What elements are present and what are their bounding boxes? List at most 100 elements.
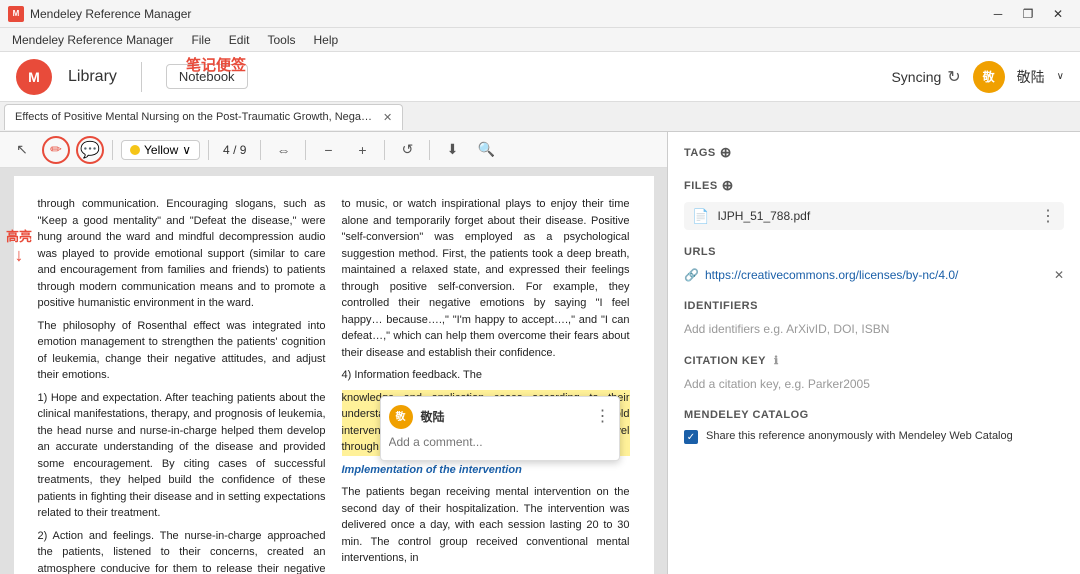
pdf-left-col: through communication. Encouraging sloga…	[38, 196, 326, 574]
pdf-right-col: to music, or watch inspirational plays t…	[342, 196, 630, 574]
zoom-in-button[interactable]: +	[348, 136, 376, 164]
header-right: Syncing ↻ 敬 敬陆 ∨	[891, 61, 1064, 93]
window-controls[interactable]: ─ ❐ ✕	[984, 3, 1072, 25]
menu-tools[interactable]: Tools	[259, 31, 303, 49]
fit-page-button[interactable]: ⇔	[269, 136, 297, 164]
zoom-out-button[interactable]: −	[314, 136, 342, 164]
title-bar: M Mendeley Reference Manager ─ ❐ ✕	[0, 0, 1080, 28]
identifiers-label: IDENTIFIERS	[684, 300, 758, 312]
comment-tool-button[interactable]: 💬	[76, 136, 104, 164]
toolbar-separator-1	[112, 140, 113, 160]
comment-input[interactable]	[389, 435, 611, 449]
document-tab[interactable]: Effects of Positive Mental Nursing on th…	[4, 104, 403, 130]
tab-bar: Effects of Positive Mental Nursing on th…	[0, 102, 1080, 132]
menu-app[interactable]: Mendeley Reference Manager	[4, 31, 181, 49]
maximize-button[interactable]: ❐	[1014, 3, 1042, 25]
toolbar-separator-2	[208, 140, 209, 160]
url-item: 🔗 https://creativecommons.org/licenses/b…	[684, 266, 1064, 284]
left-para-2: The philosophy of Rosenthal effect was i…	[38, 318, 326, 384]
user-avatar: 敬	[973, 61, 1005, 93]
pdf-content: 高亮 ↓ through communication. Encouraging …	[0, 168, 667, 574]
catalog-checkbox[interactable]: ✓	[684, 430, 698, 444]
toolbar-separator-5	[384, 140, 385, 160]
syncing-label: Syncing	[891, 69, 941, 85]
right-panel: TAGS ⊕ FILES ⊕ 📄 IJPH_51_788.pdf ⋮ URLS …	[668, 132, 1080, 574]
url-remove-button[interactable]: ✕	[1054, 268, 1064, 282]
search-button[interactable]: 🔍	[472, 136, 500, 164]
pdf-panel: ↖ ✏ 💬 Yellow ∨ 4 / 9 ⇔ − + ↺ ⬇ 🔍	[0, 132, 668, 574]
left-para-1: through communication. Encouraging sloga…	[38, 196, 326, 312]
download-button[interactable]: ⬇	[438, 136, 466, 164]
url-link[interactable]: https://creativecommons.org/licenses/by-…	[705, 268, 1048, 282]
refresh-button[interactable]: ↺	[393, 136, 421, 164]
implementation-text: The patients began receiving mental inte…	[342, 484, 630, 567]
files-label: FILES	[684, 180, 718, 192]
identifiers-value[interactable]: Add identifiers e.g. ArXivID, DOI, ISBN	[684, 320, 1064, 338]
sync-icon[interactable]: ↻	[947, 67, 960, 87]
menu-help[interactable]: Help	[305, 31, 346, 49]
page-indicator: 4 / 9	[217, 143, 252, 157]
highlight-tool-button[interactable]: ✏	[42, 136, 70, 164]
citation-info-icon[interactable]: ℹ	[774, 354, 779, 367]
close-button[interactable]: ✕	[1044, 3, 1072, 25]
highlight-color-button[interactable]: Yellow ∨	[121, 140, 200, 160]
header: M Library Notebook 笔记便签 Syncing ↻ 敬 敬陆 ∨	[0, 52, 1080, 102]
comment-menu-button[interactable]: ⋮	[595, 405, 611, 429]
minimize-button[interactable]: ─	[984, 3, 1012, 25]
comment-popup: 敬 敬陆 ⋮	[380, 396, 620, 461]
catalog-checkbox-row: ✓ Share this reference anonymously with …	[684, 429, 1064, 444]
citation-key-value[interactable]: Add a citation key, e.g. Parker2005	[684, 375, 1064, 393]
app-title: Mendeley Reference Manager	[30, 7, 191, 21]
comment-avatar: 敬	[389, 405, 413, 429]
urls-label: URLS	[684, 246, 716, 258]
catalog-checkbox-label: Share this reference anonymously with Me…	[706, 429, 1013, 444]
toolbar-separator-3	[260, 140, 261, 160]
file-name: IJPH_51_788.pdf	[717, 209, 1032, 223]
menu-bar: Mendeley Reference Manager File Edit Too…	[0, 28, 1080, 52]
tags-label: TAGS	[684, 147, 716, 159]
library-label[interactable]: Library	[68, 68, 117, 86]
tags-section-header: TAGS ⊕	[684, 144, 1064, 161]
header-divider	[141, 62, 142, 92]
logo-text: M	[28, 69, 40, 85]
left-para-3: 1) Hope and expectation. After teaching …	[38, 390, 326, 522]
identifiers-section-header: IDENTIFIERS	[684, 300, 1064, 312]
pdf-toolbar: ↖ ✏ 💬 Yellow ∨ 4 / 9 ⇔ − + ↺ ⬇ 🔍	[0, 132, 667, 168]
yellow-dot-icon	[130, 145, 140, 155]
urls-section-header: URLS	[684, 246, 1064, 258]
cursor-tool-button[interactable]: ↖	[8, 136, 36, 164]
file-pdf-icon: 📄	[692, 208, 709, 225]
implementation-heading: Implementation of the intervention	[342, 462, 630, 479]
user-chevron-icon[interactable]: ∨	[1057, 71, 1064, 82]
right-para-partial: 4) Information feedback. The	[342, 367, 630, 384]
notebook-button[interactable]: Notebook	[166, 64, 248, 89]
files-add-button[interactable]: ⊕	[722, 177, 734, 194]
app-logo: M	[8, 6, 24, 22]
menu-edit[interactable]: Edit	[221, 31, 258, 49]
user-name: 敬陆	[1017, 67, 1045, 87]
yellow-label: Yellow	[144, 143, 178, 157]
toolbar-separator-6	[429, 140, 430, 160]
pdf-page: through communication. Encouraging sloga…	[14, 176, 654, 574]
checkmark-icon: ✓	[687, 432, 695, 443]
right-para-1: to music, or watch inspirational plays t…	[342, 196, 630, 361]
tab-close-button[interactable]: ✕	[383, 111, 392, 124]
comment-username: 敬陆	[421, 408, 587, 426]
main-area: ↖ ✏ 💬 Yellow ∨ 4 / 9 ⇔ − + ↺ ⬇ 🔍	[0, 132, 1080, 574]
syncing-area: Syncing ↻	[891, 67, 960, 87]
header-logo: M	[16, 59, 52, 95]
mendeley-catalog-label: MENDELEY CATALOG	[684, 409, 809, 421]
comment-header: 敬 敬陆 ⋮	[389, 405, 611, 429]
menu-file[interactable]: File	[183, 31, 218, 49]
url-link-icon: 🔗	[684, 268, 699, 282]
tab-title: Effects of Positive Mental Nursing on th…	[15, 111, 375, 123]
file-menu-button[interactable]: ⋮	[1040, 206, 1056, 226]
citation-key-section-header: CITATION KEY ℹ	[684, 354, 1064, 367]
toolbar-separator-4	[305, 140, 306, 160]
citation-key-label: CITATION KEY	[684, 355, 766, 367]
color-chevron-icon: ∨	[182, 143, 191, 157]
file-item: 📄 IJPH_51_788.pdf ⋮	[684, 202, 1064, 230]
left-para-4: 2) Action and feelings. The nurse-in-cha…	[38, 528, 326, 574]
mendeley-catalog-section-header: MENDELEY CATALOG	[684, 409, 1064, 421]
tags-add-button[interactable]: ⊕	[720, 144, 732, 161]
